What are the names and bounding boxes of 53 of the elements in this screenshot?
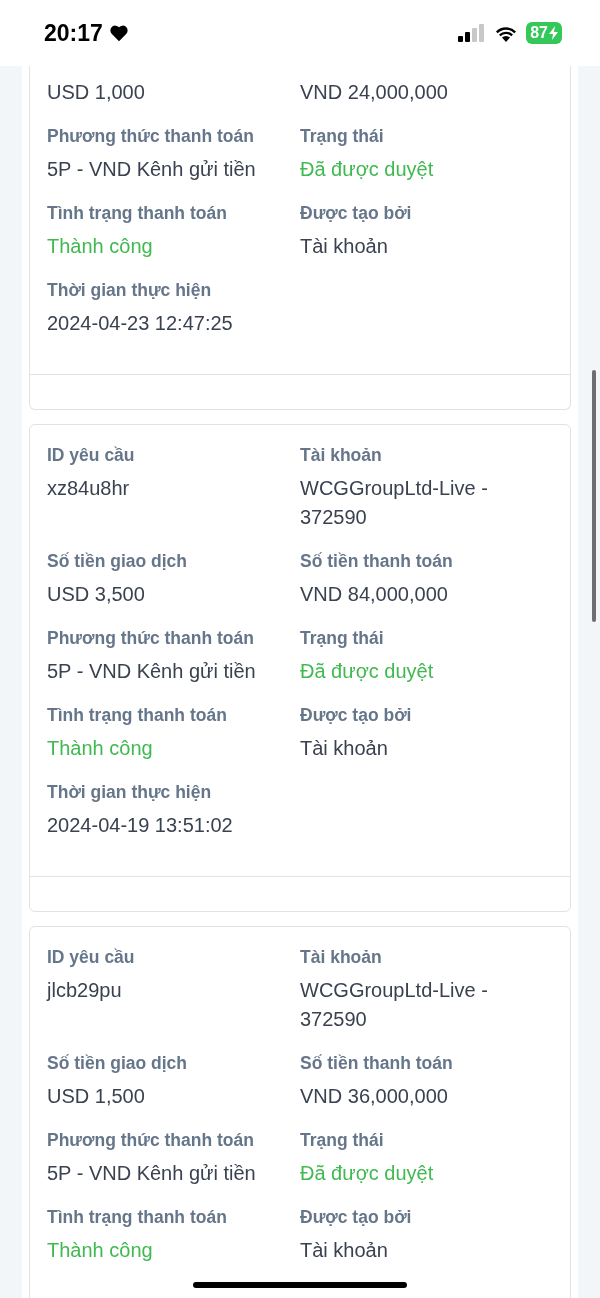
field-value: Thành công [47, 234, 153, 259]
field-value: WCGGroupLtd-Live - 372590 [300, 476, 489, 530]
field-label: Tài khoản [300, 444, 382, 467]
bolt-icon [549, 26, 558, 40]
field-value: USD 1,500 [47, 1084, 145, 1109]
field-label: Phương thức thanh toán [47, 1129, 254, 1152]
field-label: Trạng thái [300, 125, 384, 148]
field-label: Được tạo bởi [300, 1206, 412, 1229]
field-label: ID yêu cầu [47, 946, 135, 969]
field-label: Trạng thái [300, 627, 384, 650]
field-value: Tài khoản [300, 1238, 388, 1263]
field-value: Đã được duyệt [300, 157, 434, 182]
field-value: 5P - VND Kênh gửi tiền [47, 157, 256, 182]
field-value: Tài khoản [300, 736, 388, 761]
field-value: Đã được duyệt [300, 659, 434, 684]
field-value: USD 1,000 [47, 80, 145, 105]
field-label: Số tiền giao dịch [47, 550, 187, 573]
field-value: Tài khoản [300, 234, 388, 259]
field-value: 2024-04-19 13:51:02 [47, 813, 233, 838]
field-label: Phương thức thanh toán [47, 627, 254, 650]
field-label: Thời gian thực hiện [47, 781, 212, 804]
heart-icon [108, 24, 129, 42]
field-label: Thời gian thực hiện [47, 279, 212, 302]
field-label: Tài khoản [300, 946, 382, 969]
signal-icon [458, 24, 487, 42]
field-label: Số tiền giao dịch [47, 1052, 187, 1075]
wifi-icon [494, 24, 519, 42]
field-label: Số tiền thanh toán [300, 1052, 453, 1075]
field-value: VND 36,000,000 [300, 1084, 448, 1109]
field-value: Đã được duyệt [300, 1161, 434, 1186]
battery-level: 87 [526, 22, 562, 44]
field-label: Tình trạng thanh toán [47, 202, 227, 225]
field-value: Thành công [47, 1238, 153, 1263]
field-label: ID yêu cầu [47, 444, 135, 467]
field-value: USD 3,500 [47, 582, 145, 607]
field-label: Phương thức thanh toán [47, 125, 254, 148]
field-value: VND 84,000,000 [300, 582, 448, 607]
field-value: 2024-04-23 12:47:25 [47, 311, 233, 336]
field-value: 5P - VND Kênh gửi tiền [47, 659, 256, 684]
field-label: Được tạo bởi [300, 202, 412, 225]
field-value: VND 24,000,000 [300, 80, 448, 105]
field-label: Tình trạng thanh toán [47, 704, 227, 727]
field-value: xz84u8hr [47, 476, 130, 501]
field-value: Thành công [47, 736, 153, 761]
home-indicator[interactable] [193, 1282, 407, 1288]
field-value: jlcb29pu [47, 978, 122, 1003]
field-label: Tình trạng thanh toán [47, 1206, 227, 1229]
field-label: Được tạo bởi [300, 704, 412, 727]
field-label: Số tiền thanh toán [300, 550, 453, 573]
field-label: Trạng thái [300, 1129, 384, 1152]
clock-time: 20:17 [44, 19, 103, 47]
field-value: WCGGroupLtd-Live - 372590 [300, 978, 489, 1032]
field-value: 5P - VND Kênh gửi tiền [47, 1161, 256, 1186]
